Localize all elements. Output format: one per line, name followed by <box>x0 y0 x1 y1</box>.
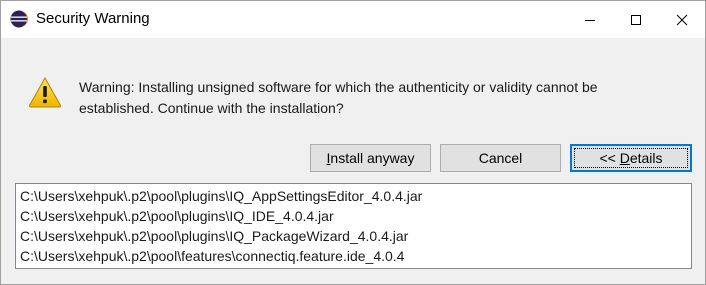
list-item[interactable]: C:\Users\xehpuk\.p2\pool\plugins\IQ_AppS… <box>20 186 687 206</box>
close-icon <box>676 14 688 26</box>
details-button[interactable]: << Details <box>570 144 692 172</box>
window-title: Security Warning <box>36 10 150 27</box>
list-item[interactable]: C:\Users\xehpuk\.p2\pool\plugins\IQ_Pack… <box>20 226 687 246</box>
security-warning-dialog: Security Warning Warning: Installing uns… <box>0 0 706 285</box>
install-label: nstall anyway <box>330 150 415 166</box>
eclipse-icon <box>10 10 28 28</box>
warning-message-line-2: established. Continue with the installat… <box>79 100 344 116</box>
cancel-button[interactable]: Cancel <box>440 144 561 172</box>
close-button[interactable] <box>659 1 705 38</box>
maximize-button[interactable] <box>613 1 659 38</box>
minimize-button[interactable] <box>567 1 613 38</box>
warning-triangle-icon <box>28 76 62 108</box>
list-item[interactable]: C:\Users\xehpuk\.p2\pool\features\connec… <box>20 246 687 266</box>
list-item[interactable]: C:\Users\xehpuk\.p2\pool\plugins\IQ_IDE_… <box>20 206 687 226</box>
focus-ring <box>574 148 688 168</box>
maximize-icon <box>631 15 641 25</box>
warning-message: Warning: Installing unsigned software fo… <box>79 77 679 119</box>
minimize-icon <box>585 20 595 21</box>
unsigned-files-list[interactable]: C:\Users\xehpuk\.p2\pool\plugins\IQ_AppS… <box>15 183 692 269</box>
install-anyway-button[interactable]: Install anyway <box>310 144 431 172</box>
warning-message-line-1: Warning: Installing unsigned software fo… <box>79 79 598 95</box>
cancel-label: Cancel <box>478 150 523 166</box>
title-bar[interactable]: Security Warning <box>1 1 705 38</box>
